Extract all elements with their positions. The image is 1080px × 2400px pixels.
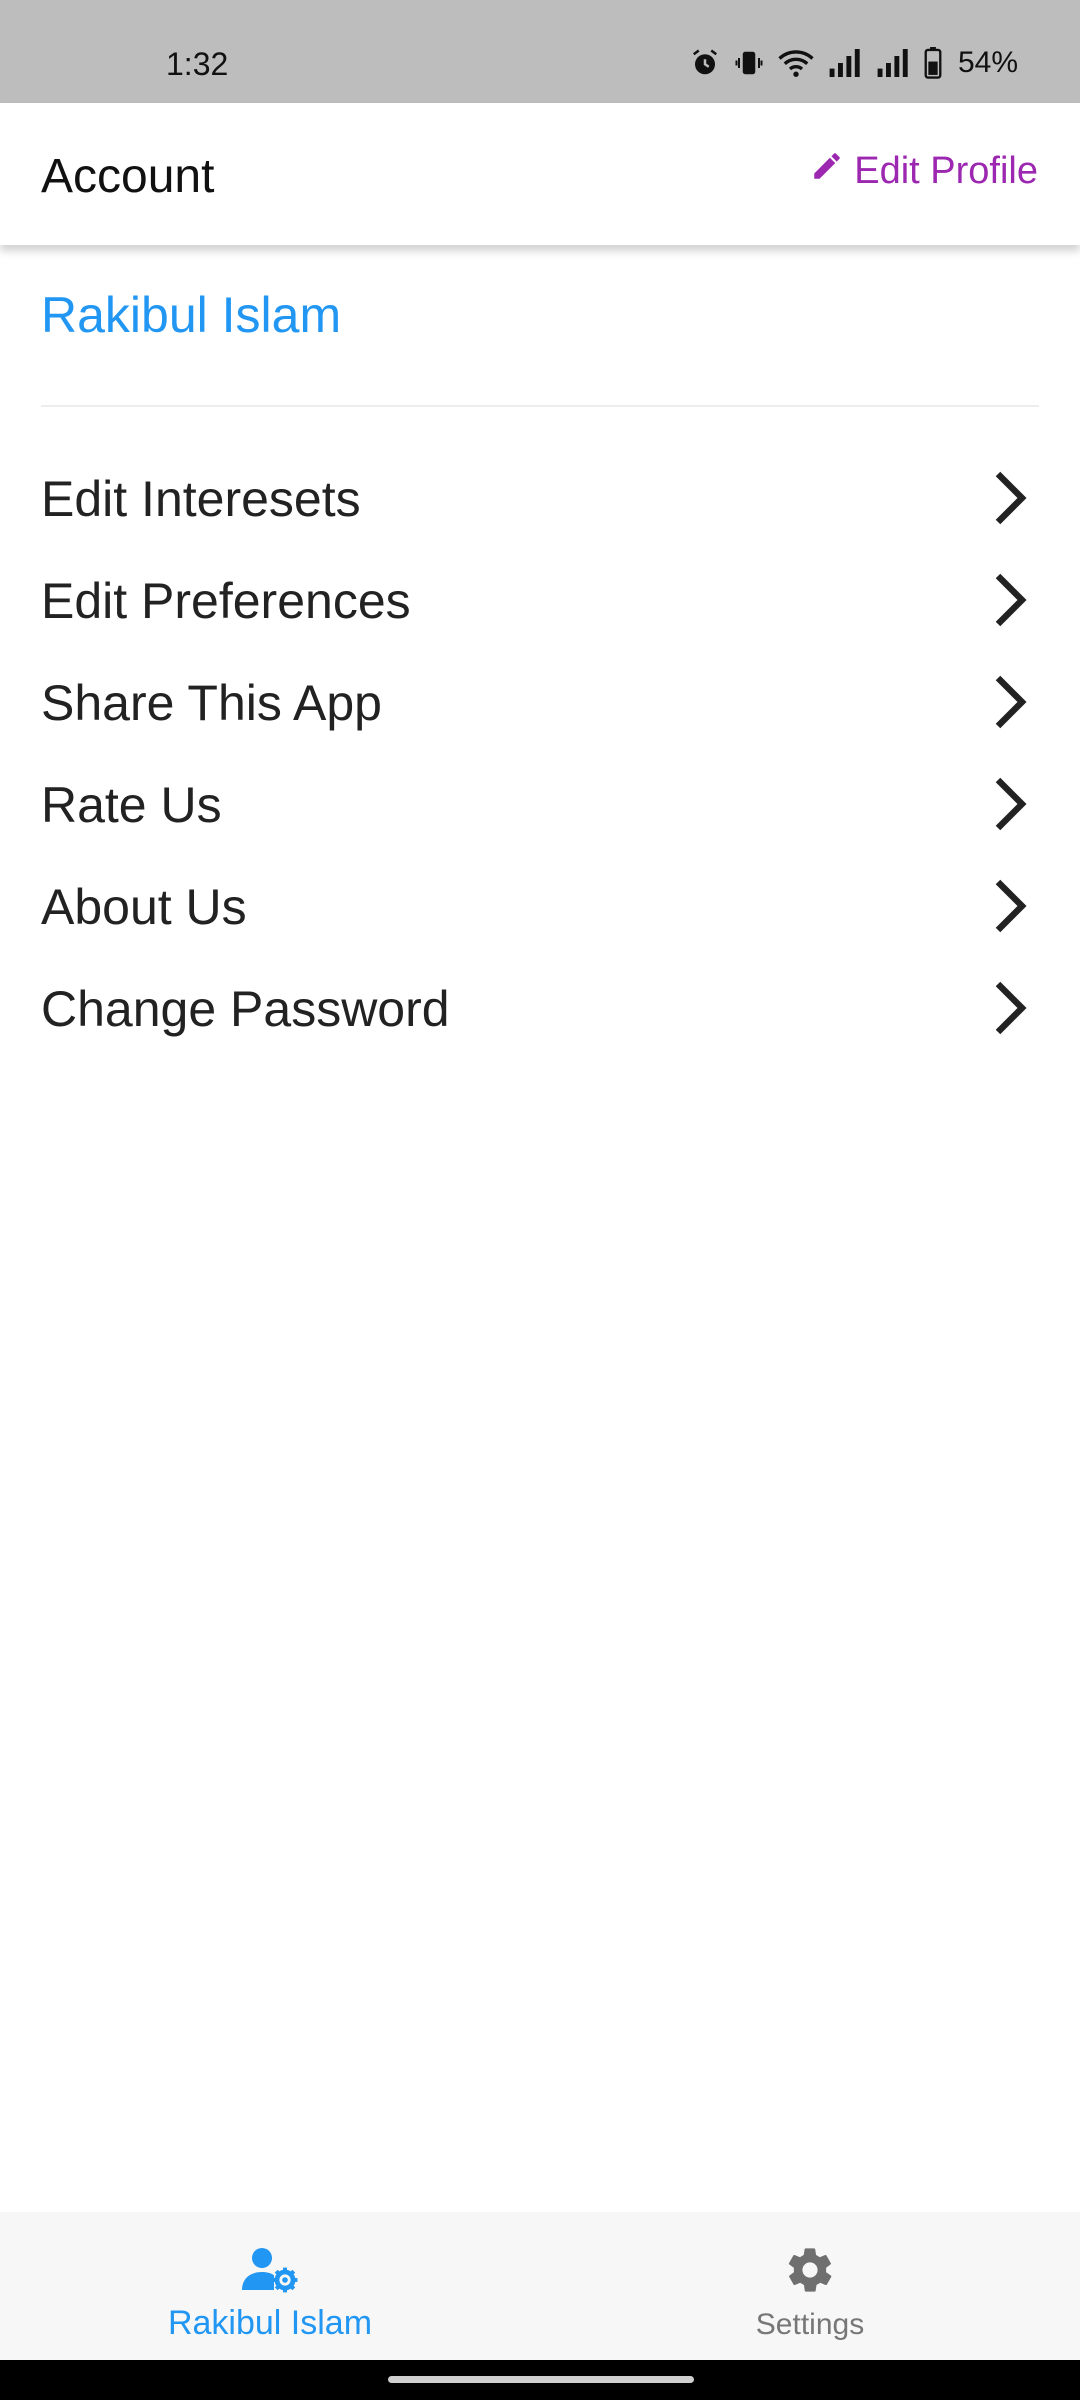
chevron-right-icon <box>992 878 1028 939</box>
profile-name: Rakibul Islam <box>41 287 342 343</box>
chevron-right-icon <box>992 572 1028 633</box>
alarm-icon <box>690 48 720 78</box>
system-navigation-bar <box>0 2360 1080 2400</box>
menu-item-label: Edit Preferences <box>41 573 411 629</box>
chevron-right-icon <box>992 674 1028 735</box>
chevron-right-icon <box>992 776 1028 837</box>
nav-tab-profile[interactable]: Rakibul Islam <box>0 2212 540 2360</box>
menu-item-edit-preferences[interactable]: Edit Preferences <box>0 550 1080 652</box>
menu-item-rate-us[interactable]: Rate Us <box>0 754 1080 856</box>
status-bar: 1:32 54% <box>0 0 1080 103</box>
menu-item-share-app[interactable]: Share This App <box>0 652 1080 754</box>
menu-item-label: Rate Us <box>41 777 222 833</box>
account-screen: 1:32 54% Account Edit Profile Rakibul Is… <box>0 0 1080 2400</box>
status-time: 1:32 <box>166 46 229 82</box>
status-icons: 54% <box>690 46 1018 80</box>
menu-item-about-us[interactable]: About Us <box>0 856 1080 958</box>
chevron-right-icon <box>992 980 1028 1041</box>
app-bar: Account Edit Profile <box>0 103 1080 245</box>
nav-tab-label: Settings <box>755 2308 865 2341</box>
edit-profile-button[interactable]: Edit Profile <box>810 149 1038 193</box>
vibrate-icon <box>734 48 764 78</box>
page-title: Account <box>41 150 215 203</box>
nav-tab-settings[interactable]: Settings <box>540 2212 1080 2360</box>
wifi-icon <box>778 48 814 78</box>
account-menu: Edit Interesets Edit Preferences Share T… <box>0 448 1080 1060</box>
edit-profile-label: Edit Profile <box>854 149 1038 192</box>
divider <box>41 405 1039 407</box>
menu-item-label: About Us <box>41 879 247 935</box>
battery-percent: 54% <box>957 46 1018 79</box>
signal-icon <box>828 49 862 77</box>
menu-item-label: Edit Interesets <box>41 471 361 527</box>
pencil-icon <box>810 149 844 193</box>
bottom-navigation: Rakibul Islam Settings <box>0 2212 1080 2360</box>
nav-tab-label: Rakibul Islam <box>167 2304 373 2342</box>
account-settings-icon <box>242 2244 298 2296</box>
menu-item-change-password[interactable]: Change Password <box>0 958 1080 1060</box>
home-gesture-handle[interactable] <box>388 2376 694 2383</box>
chevron-right-icon <box>992 470 1028 531</box>
menu-item-label: Change Password <box>41 981 450 1037</box>
battery-icon <box>924 47 942 79</box>
gear-icon <box>784 2244 836 2296</box>
signal-icon <box>876 49 910 77</box>
menu-item-label: Share This App <box>41 675 382 731</box>
menu-item-edit-interests[interactable]: Edit Interesets <box>0 448 1080 550</box>
